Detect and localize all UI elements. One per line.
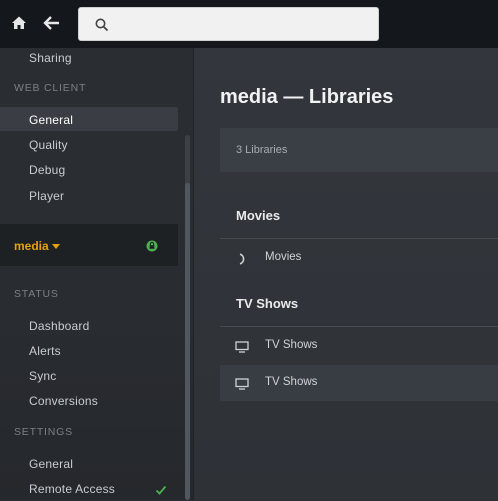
home-icon[interactable]: [8, 12, 30, 34]
monitor-icon: [235, 340, 249, 353]
settings-header: SETTINGS: [14, 426, 73, 438]
check-icon: [155, 483, 167, 495]
top-bar: [0, 0, 498, 48]
library-row-movies[interactable]: Movies: [220, 240, 498, 276]
server-name: media: [14, 239, 49, 253]
sidebar-item-dashboard[interactable]: Dashboard: [29, 319, 90, 333]
page-title: media — Libraries: [220, 86, 394, 108]
library-label: TV Shows: [265, 376, 318, 388]
library-count: 3 Libraries: [236, 144, 288, 156]
library-label: TV Shows: [265, 339, 318, 351]
sidebar-scrollbar-thumb[interactable]: [185, 183, 190, 500]
search-icon: [95, 18, 109, 32]
sidebar-item-debug[interactable]: Debug: [29, 163, 65, 177]
sidebar-item-sharing[interactable]: Sharing: [29, 51, 72, 65]
sidebar-item-general[interactable]: General: [29, 113, 73, 127]
sidebar-item-quality[interactable]: Quality: [29, 138, 68, 152]
arrow-left-icon[interactable]: [41, 12, 63, 34]
web-client-header: WEB CLIENT: [14, 82, 87, 94]
sidebar-item-sync[interactable]: Sync: [29, 369, 56, 383]
status-header: STATUS: [14, 288, 59, 300]
monitor-icon: [235, 377, 249, 390]
sidebar-active-highlight: [0, 107, 178, 131]
section-title-tv-shows: TV Shows: [236, 296, 299, 311]
sidebar-item-remote-access[interactable]: Remote Access: [29, 482, 115, 496]
library-label: Movies: [265, 251, 302, 263]
library-row-tv-shows[interactable]: TV Shows: [220, 328, 498, 364]
search-box[interactable]: [78, 7, 379, 42]
spinner-icon: [235, 252, 249, 265]
section-divider: [220, 326, 498, 327]
sidebar-item-conversions[interactable]: Conversions: [29, 394, 98, 408]
sidebar-item-alerts[interactable]: Alerts: [29, 344, 61, 358]
library-count-bar: 3 Libraries: [220, 128, 498, 172]
section-title-movies: Movies: [236, 208, 281, 223]
section-divider: [220, 238, 498, 239]
search-input[interactable]: [115, 8, 374, 42]
lock-icon: [146, 239, 158, 252]
server-selector[interactable]: media: [0, 224, 178, 266]
chevron-down-icon: [52, 244, 60, 249]
library-row-tv-shows-2[interactable]: TV Shows: [220, 365, 498, 401]
sidebar-item-player[interactable]: Player: [29, 189, 64, 203]
sidebar-item-settings-general[interactable]: General: [29, 457, 73, 471]
